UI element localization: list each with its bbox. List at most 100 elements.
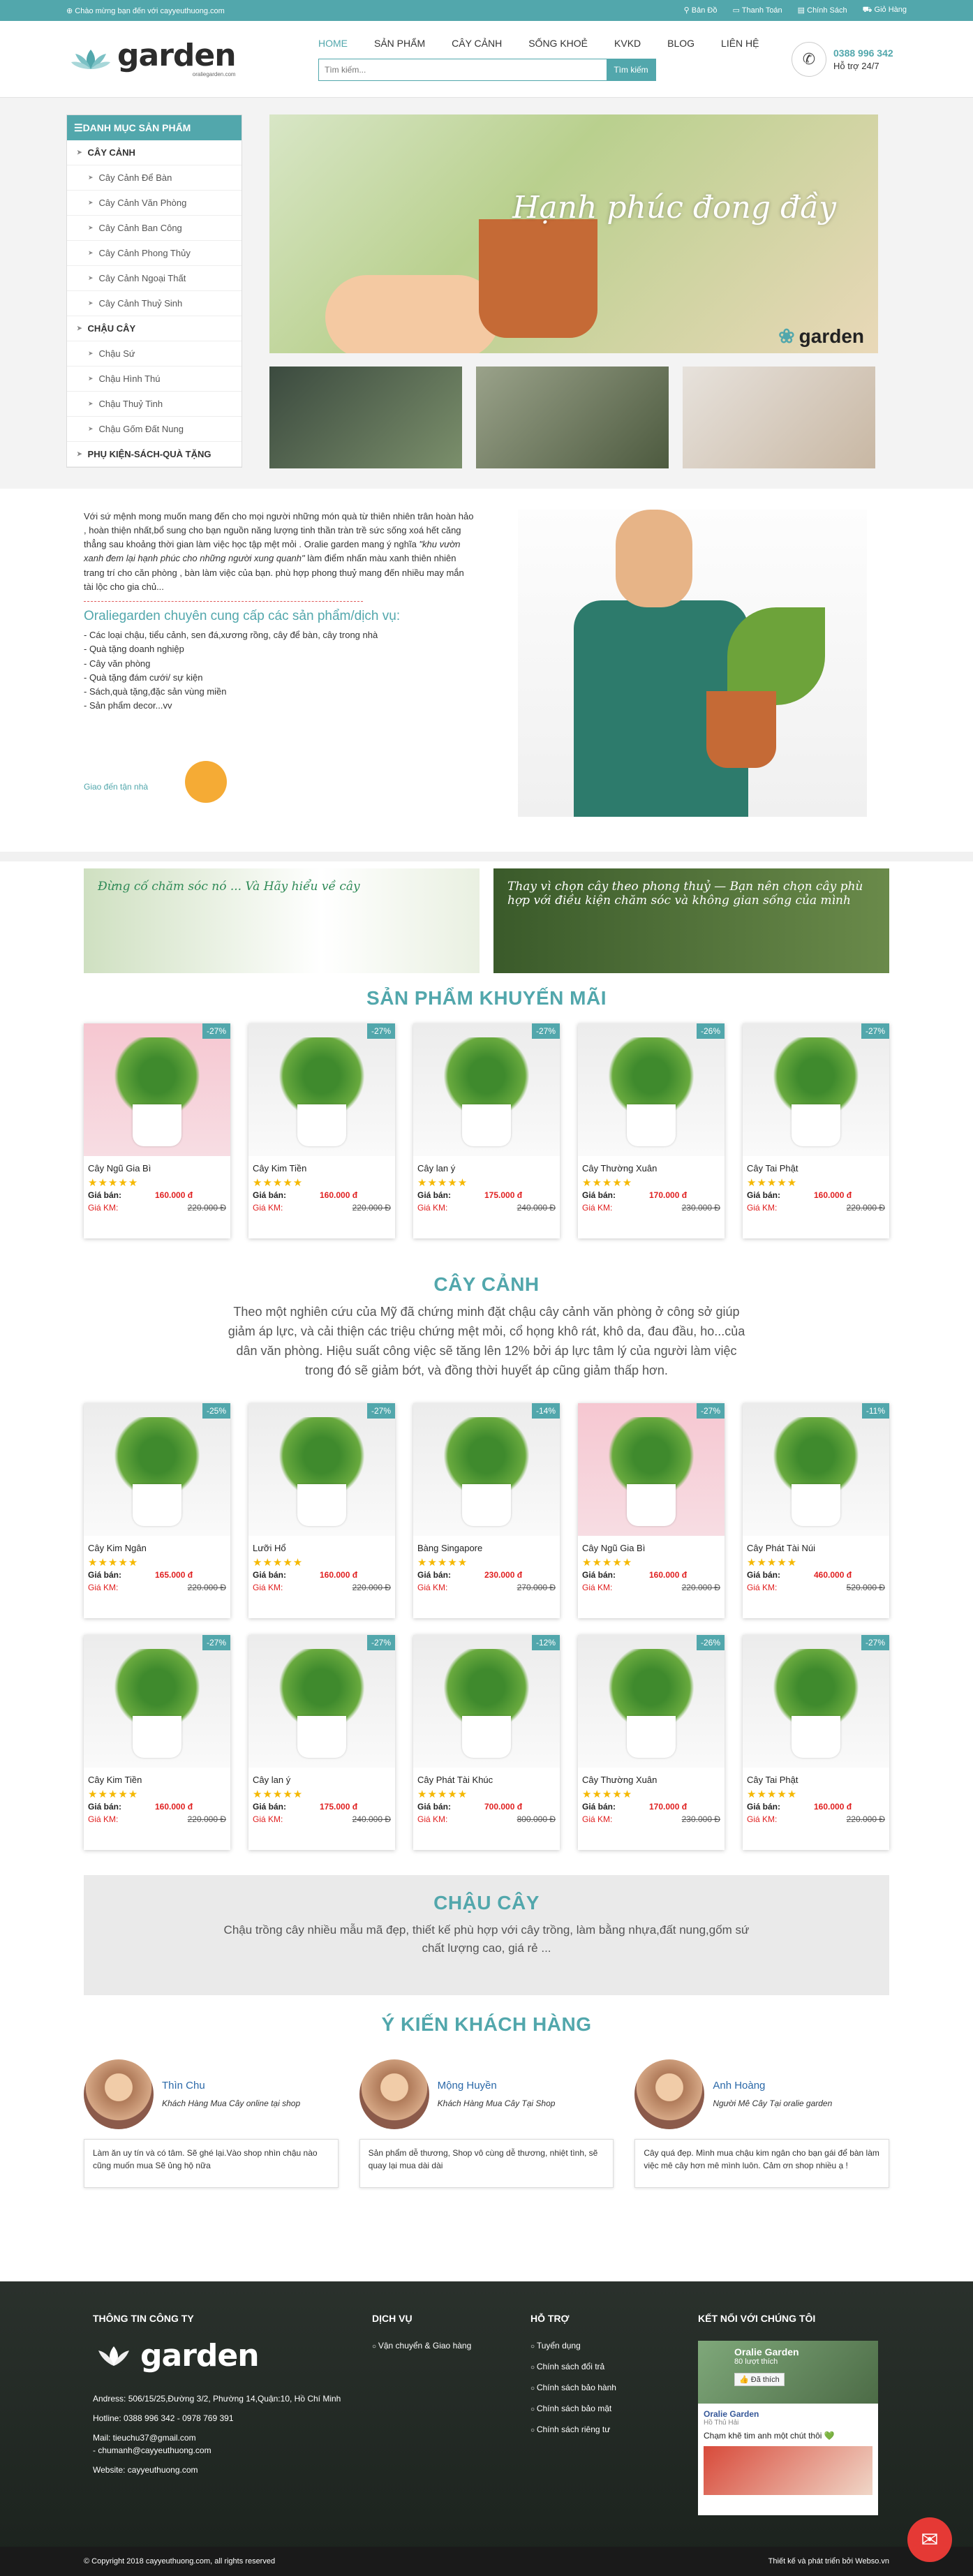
nav-plants[interactable]: CÂY CẢNH <box>452 38 502 49</box>
sidebar-item[interactable]: ➤ CÂY CẢNH <box>67 140 242 165</box>
sidebar-item[interactable]: ➤ Chậu Hình Thú <box>67 367 242 392</box>
footer-website[interactable]: Website: cayyeuthuong.com <box>93 2464 344 2476</box>
product-image[interactable] <box>248 1023 395 1156</box>
facebook-widget[interactable]: Oralie Garden 80 lượt thích 👍 Đã thích O… <box>698 2341 878 2515</box>
product-card[interactable]: -27% Cây lan ý ★★★★★ Giá bán: 175.000 đ Giá K… <box>413 1023 560 1238</box>
nav-health[interactable]: SỐNG KHOẺ <box>528 38 588 49</box>
sidebar-item[interactable]: ➤ Chậu Sứ <box>67 341 242 367</box>
rating-stars-icon: ★★★★★ <box>88 1556 139 1569</box>
sidebar-item[interactable]: ➤ Cây Cảnh Phong Thủy <box>67 241 242 266</box>
product-image[interactable] <box>413 1402 560 1536</box>
product-card[interactable]: -12% Cây Phát Tài Khúc ★★★★★ Giá bán: 700.00… <box>413 1634 560 1850</box>
product-name[interactable]: Bàng Singapore <box>413 1536 560 1556</box>
footer-mail-1[interactable]: Mail: tieuchu37@gmail.com <box>93 2431 344 2444</box>
nav-products[interactable]: SẢN PHẨM <box>374 38 425 49</box>
product-name[interactable]: Cây Ngũ Gia Bì <box>578 1536 725 1556</box>
sidebar-item[interactable]: ➤ Cây Cảnh Ban Công <box>67 216 242 241</box>
product-image[interactable] <box>578 1402 725 1536</box>
promo-banner-left[interactable]: Đừng cố chăm sóc nó ... Và Hãy hiểu về c… <box>84 868 480 973</box>
sidebar-item[interactable]: ➤ Cây Cảnh Thuỷ Sinh <box>67 291 242 316</box>
product-card[interactable]: -25% Cây Kim Ngân ★★★★★ Giá bán: 165.000 đ Gi… <box>84 1402 230 1618</box>
product-card[interactable]: -27% Cây Kim Tiền ★★★★★ Giá bán: 160.000 đ Gi… <box>84 1634 230 1850</box>
promo-banner-right[interactable]: Thay vì chọn cây theo phong thuỷ — Bạn n… <box>493 868 889 973</box>
plant-pot <box>297 1483 346 1526</box>
product-image[interactable] <box>743 1402 889 1536</box>
product-card[interactable]: -27% Cây Tai Phật ★★★★★ Giá bán: 160.000 đ Gi… <box>743 1023 889 1238</box>
hotline-number[interactable]: 0388 996 342 <box>833 47 893 59</box>
product-name[interactable]: Cây Tai Phật <box>743 1156 889 1176</box>
rating-stars-icon: ★★★★★ <box>417 1556 468 1569</box>
product-name[interactable]: Cây Kim Ngân <box>84 1536 230 1556</box>
nav-blog[interactable]: BLOG <box>667 38 695 49</box>
product-name[interactable]: Cây Thường Xuân <box>578 1156 725 1176</box>
product-card[interactable]: -14% Bàng Singapore ★★★★★ Giá bán: 230.000 đ… <box>413 1402 560 1618</box>
made-by-text[interactable]: Thiết kế và phát triển bởi Webso.vn <box>768 2557 889 2566</box>
product-image[interactable] <box>413 1634 560 1768</box>
policy-link[interactable]: ▤ Chính Sách <box>798 6 847 15</box>
product-name[interactable]: Cây Phát Tài Núi <box>743 1536 889 1556</box>
plant-foliage <box>276 1648 367 1726</box>
review-quote: Sản phẩm dễ thương, Shop vô cùng dễ thươ… <box>359 2138 614 2188</box>
product-card[interactable]: -27% Lưỡi Hổ ★★★★★ Giá bán: 160.000 đ Giá KM:… <box>248 1402 395 1618</box>
thumb-3[interactable] <box>683 367 875 468</box>
product-card[interactable]: -27% Cây Kim Tiền ★★★★★ Giá bán: 160.000 đ Gi… <box>248 1023 395 1238</box>
sale-price: 460.000 đ <box>813 1569 852 1580</box>
product-image[interactable] <box>578 1023 725 1156</box>
product-name[interactable]: Cây Thường Xuân <box>578 1768 725 1788</box>
thumb-2[interactable] <box>476 367 669 468</box>
product-card[interactable]: -11% Cây Phát Tài Núi ★★★★★ Giá bán: 460.000… <box>743 1402 889 1618</box>
product-name[interactable]: Cây Phát Tài Khúc <box>413 1768 560 1788</box>
nav-home[interactable]: HOME <box>318 38 348 49</box>
product-card[interactable]: -27% Cây Ngũ Gia Bì ★★★★★ Giá bán: 160.000 đ… <box>84 1023 230 1238</box>
sidebar-item[interactable]: ➤ Chậu Gốm Đất Nung <box>67 417 242 442</box>
payment-link[interactable]: ▭ Thanh Toán <box>733 6 782 15</box>
product-image[interactable] <box>248 1634 395 1768</box>
product-card[interactable]: -26% Cây Thường Xuân ★★★★★ Giá bán: 170.000 … <box>578 1634 725 1850</box>
sidebar-item[interactable]: ➤ PHỤ KIỆN-SÁCH-QUÀ TẶNG <box>67 442 242 467</box>
sidebar-item[interactable]: ➤ Cây Cảnh Ngoại Thất <box>67 266 242 291</box>
product-image[interactable] <box>84 1634 230 1768</box>
fb-page-name[interactable]: Oralie Garden <box>734 2346 842 2357</box>
product-image[interactable] <box>84 1023 230 1156</box>
site-logo[interactable]: garden oraliegarden.com <box>70 40 318 77</box>
footer-service-link[interactable]: Vận chuyển & Giao hàng <box>372 2341 498 2351</box>
thumb-1[interactable] <box>269 367 462 468</box>
product-name[interactable]: Cây Tai Phật <box>743 1768 889 1788</box>
product-image[interactable] <box>413 1023 560 1156</box>
messenger-chat-icon[interactable]: ✉ <box>907 2517 952 2562</box>
product-image[interactable] <box>578 1634 725 1768</box>
footer-support-link[interactable]: Chính sách bảo hành <box>530 2383 670 2392</box>
search-input[interactable] <box>319 59 607 80</box>
fb-like-button[interactable]: 👍 Đã thích <box>734 2373 785 2386</box>
sidebar-item[interactable]: ➤ CHẬU CÂY <box>67 316 242 341</box>
map-link[interactable]: ⚲ Bản Đồ <box>684 6 718 15</box>
footer-support-link[interactable]: Tuyển dụng <box>530 2341 670 2351</box>
product-image[interactable] <box>84 1402 230 1536</box>
product-name[interactable]: Lưỡi Hổ <box>248 1536 395 1556</box>
product-name[interactable]: Cây Kim Tiền <box>84 1768 230 1788</box>
product-image[interactable] <box>248 1402 395 1536</box>
footer-mail-2[interactable]: - chumanh@cayyeuthuong.com <box>93 2444 344 2457</box>
sidebar-item[interactable]: ➤ Cây Cảnh Để Bàn <box>67 165 242 191</box>
footer-support-link[interactable]: Chính sách đổi trả <box>530 2362 670 2371</box>
footer-support-link[interactable]: Chính sách bảo mật <box>530 2404 670 2413</box>
discount-badge: -27% <box>531 1023 560 1039</box>
product-card[interactable]: -27% Cây Ngũ Gia Bì ★★★★★ Giá bán: 160.000 đ… <box>578 1402 725 1618</box>
footer-support-link[interactable]: Chính sách riêng tư <box>530 2425 670 2434</box>
main-banner[interactable]: Hạnh phúc đong đầy ❀ garden <box>269 114 878 353</box>
product-card[interactable]: -26% Cây Thường Xuân ★★★★★ Giá bán: 170.000 … <box>578 1023 725 1238</box>
nav-contact[interactable]: LIÊN HỆ <box>721 38 759 49</box>
product-image[interactable] <box>743 1023 889 1156</box>
product-image[interactable] <box>743 1634 889 1768</box>
product-name[interactable]: Cây Ngũ Gia Bì <box>84 1156 230 1176</box>
product-name[interactable]: Cây lan ý <box>413 1156 560 1176</box>
nav-kvkd[interactable]: KVKD <box>614 38 641 49</box>
product-card[interactable]: -27% Cây lan ý ★★★★★ Giá bán: 175.000 đ Giá K… <box>248 1634 395 1850</box>
product-name[interactable]: Cây lan ý <box>248 1768 395 1788</box>
sidebar-item[interactable]: ➤ Chậu Thuỷ Tinh <box>67 392 242 417</box>
product-card[interactable]: -27% Cây Tai Phật ★★★★★ Giá bán: 160.000 đ Gi… <box>743 1634 889 1850</box>
cart-link[interactable]: ⛟ Giỏ Hàng <box>863 6 907 15</box>
sidebar-item[interactable]: ➤ Cây Cảnh Văn Phòng <box>67 191 242 216</box>
product-name[interactable]: Cây Kim Tiền <box>248 1156 395 1176</box>
search-button[interactable]: Tìm kiếm <box>607 59 655 80</box>
